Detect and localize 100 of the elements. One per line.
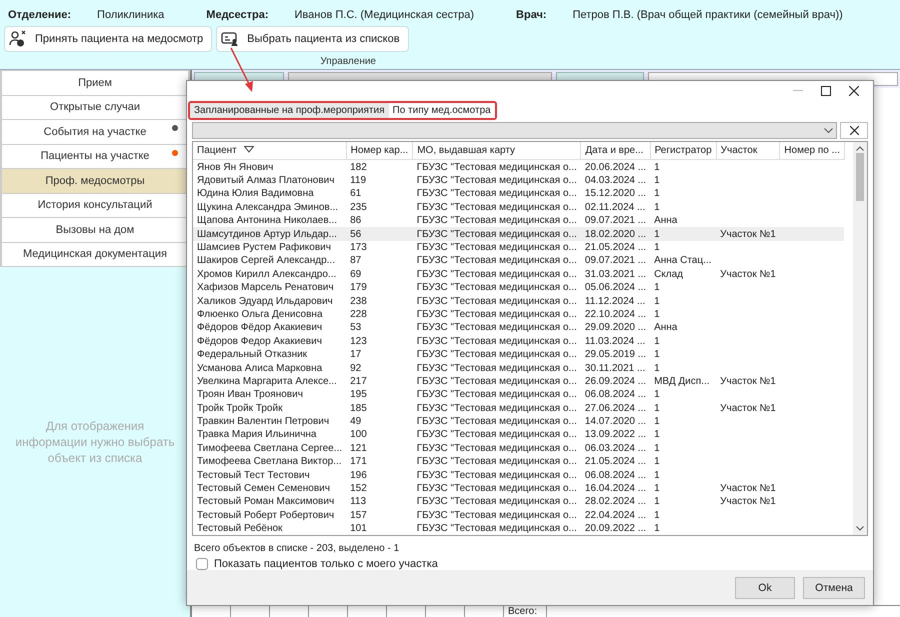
table-row[interactable]: Хромов Кирилл Александро... 69 ГБУЗС "Тестовая медицинская о... 31.03.2021 ... Склад Участок №1: [193, 268, 844, 281]
sidebar-item[interactable]: Открытые случаи: [2, 96, 188, 119]
table-row[interactable]: Хафизов Марсель Ренатович 179 ГБУЗС "Тестовая медицинская о... 05.06.2024 ... 1: [193, 281, 844, 294]
scrollbar[interactable]: [853, 142, 867, 536]
field-value: Петров П.В. (Врач общей практики (семейный врач)): [572, 9, 843, 21]
table-cell-text: Тимофеева Светлана Сергее...: [196, 442, 344, 456]
table-cell-text: Юдина Юлия Вадимовна: [196, 187, 315, 201]
sidebar-item[interactable]: Вызовы на дом: [2, 218, 188, 242]
table-row[interactable]: Шамсутдинов Артур Ильдар... 56 ГБУЗС "Тестовая медицинская о... 18.02.2020 ... 1 Участок №1: [193, 227, 844, 241]
column-header[interactable]: Пациент: [193, 142, 346, 160]
table-cell-text: Хафизов Марсель Ренатович: [196, 281, 335, 294]
sidebar-item[interactable]: Прием: [2, 71, 188, 94]
table-cell: ГБУЗС "Тестовая медицинская о...: [412, 160, 581, 174]
minimize-icon[interactable]: [793, 90, 803, 92]
table-row[interactable]: Щапова Антонина Николаев... 86 ГБУЗС "Тестовая медицинская о... 09.07.2021 ... Анна: [193, 214, 844, 228]
table-row[interactable]: Тестовый Тест Тестович 196 ГБУЗС "Тестовая медицинская о... 06.08.2024 ... 1: [193, 468, 844, 482]
table-row[interactable]: Федеральный Отказник 17 ГБУЗС "Тестовая медицинская о... 29.05.2019 ... 1: [193, 348, 844, 362]
column-header[interactable]: Участок: [716, 142, 780, 160]
table-cell-text: 157: [349, 508, 368, 522]
table-row[interactable]: Флюенко Ольга Денисовна 228 ГБУЗС "Тестовая медицинская о... 22.10.2024 ... 1: [193, 308, 844, 322]
table-cell-text: 61: [349, 187, 362, 201]
toolbar-button[interactable]: Принять пациента на медосмотр: [4, 26, 212, 52]
table-row[interactable]: Шакиров Сергей Александр... 87 ГБУЗС "Тестовая медицинская о... 09.07.2021 ... Анна Стац...: [193, 254, 844, 268]
filter-icon: [244, 146, 254, 154]
dialog-button[interactable]: Отмена: [803, 576, 865, 599]
column-header[interactable]: Номер кар...: [346, 142, 413, 160]
tab[interactable]: Запланированные на проф.мероприятия: [190, 103, 389, 118]
toolbar-button[interactable]: Выбрать пациента из списков: [216, 26, 409, 52]
table-row[interactable]: Тестовый Семен Семенович 152 ГБУЗС "Тестовая медицинская о... 16.04.2024 ... 1 Участок №1: [193, 482, 844, 496]
table-row[interactable]: Ядовитый Алмаз Платонович 119 ГБУЗС "Тестовая медицинская о... 04.03.2024 ... 1: [193, 174, 844, 188]
table-cell-text: 100: [349, 428, 368, 442]
table-row[interactable]: Фёдоров Фёдор Акакиевич 53 ГБУЗС "Тестовая медицинская о... 29.09.2020 ... Анна: [193, 321, 844, 335]
column-header[interactable]: Номер по ...: [780, 142, 844, 160]
column-header[interactable]: Дата и вре...: [580, 142, 650, 160]
scrollbar-thumb[interactable]: [856, 153, 864, 202]
table-row[interactable]: Янов Ян Янович 182 ГБУЗС "Тестовая медицинская о... 20.06.2024 ... 1: [193, 160, 844, 174]
table-cell: Участок №1: [720, 376, 776, 387]
table-cell-text: Фёдоров Фёдор Акакиевич: [196, 321, 324, 335]
table-row[interactable]: Фёдоров Федор Акакиевич 123 ГБУЗС "Тестовая медицинская о... 11.03.2024 ... 1: [193, 334, 844, 348]
table-row[interactable]: Усманова Алиса Марковна 92 ГБУЗС "Тестовая медицинская о... 30.11.2021 ... 1: [193, 361, 844, 375]
close-icon[interactable]: [849, 86, 859, 96]
table-cell-text: Федеральный Отказник: [196, 348, 308, 362]
table-cell-text: 1: [653, 348, 661, 362]
sidebar-item[interactable]: Проф. медосмотры: [2, 169, 188, 192]
table-cell-text: 185: [349, 402, 368, 415]
dialog-button[interactable]: Ok: [735, 576, 795, 599]
table-row[interactable]: Тестовый Роберт Робертович 157 ГБУЗС "Тестовая медицинская о... 22.04.2024 ... 1: [193, 508, 844, 522]
table-cell-text: Склад: [653, 268, 684, 281]
table-cell-text: Хромов Кирилл Александро...: [196, 268, 338, 281]
field-label: Отделение:: [8, 9, 72, 21]
table-cell: 56: [346, 227, 413, 241]
table-row[interactable]: Троян Иван Троянович 195 ГБУЗС "Тестовая медицинская о... 06.08.2024 ... 1: [193, 388, 844, 402]
sidebar-item[interactable]: Медицинская документация: [2, 242, 188, 266]
table-cell-text: ГБУЗС "Тестовая медицинская о...: [416, 495, 578, 509]
table-cell-text: 04.03.2024 ...: [584, 174, 648, 188]
table-cell-text: Увелкина Маргарита Алексе...: [196, 374, 338, 388]
field-label: Медсестра:: [206, 9, 269, 21]
table-cell-text: Флюенко Ольга Денисовна: [196, 308, 324, 322]
table-row[interactable]: Юдина Юлия Вадимовна 61 ГБУЗС "Тестовая медицинская о... 15.12.2020 ... 1: [193, 187, 844, 201]
table-cell-text: ГБУЗС "Тестовая медицинская о...: [416, 268, 578, 281]
table-cell-text: 1: [653, 402, 661, 415]
table-cell-text: 1: [653, 200, 661, 214]
checkbox[interactable]: [196, 558, 208, 570]
table-cell: 86: [346, 214, 413, 228]
table-cell-text: 113: [349, 495, 368, 509]
table-row[interactable]: Травкин Валентин Петрович 49 ГБУЗС "Тестовая медицинская о... 14.07.2020 ... 1: [193, 414, 844, 428]
table-cell-text: ГБУЗС "Тестовая медицинская о...: [416, 455, 578, 468]
table-row[interactable]: Тестовый Ребёнок 101 ГБУЗС "Тестовая медицинская о... 20.09.2022 ... 1: [193, 522, 844, 536]
table-row[interactable]: Щукина Александра Эминов... 235 ГБУЗС "Тестовая медицинская о... 02.11.2024 ... 1: [193, 200, 844, 214]
maximize-icon[interactable]: [821, 86, 831, 96]
sidebar-item[interactable]: События на участке: [2, 120, 188, 144]
table-row[interactable]: Травка Мария Ильинична 100 ГБУЗС "Тестовая медицинская о... 13.09.2022 ... 1: [193, 428, 844, 442]
chevron-down-icon[interactable]: [856, 526, 864, 532]
table-cell-text: 1: [653, 415, 661, 428]
sidebar-item[interactable]: История консультаций: [2, 194, 188, 217]
sidebar-item[interactable]: Пациенты на участке: [2, 144, 188, 168]
table-row[interactable]: Шамсиев Рустем Рафикович 173 ГБУЗС "Тестовая медицинская о... 21.05.2024 ... 1: [193, 240, 844, 254]
table-cell: Участок №1: [720, 483, 776, 494]
table-cell-text: 29.09.2020 ...: [584, 321, 648, 335]
table-cell-text: 235: [349, 200, 368, 214]
table-cell-text: 87: [349, 254, 362, 268]
table-cell: 182: [346, 160, 413, 174]
table-cell: 20.06.2024 ...: [580, 160, 650, 174]
table-row[interactable]: Тройк Тройк Тройк 185 ГБУЗС "Тестовая медицинская о... 27.06.2024 ... 1 Участок №1: [193, 402, 844, 415]
chevron-up-icon[interactable]: [856, 146, 864, 152]
table-row[interactable]: Халиков Эдуард Ильдарович 238 ГБУЗС "Тестовая медицинская о... 11.12.2024 ... 1: [193, 294, 844, 308]
clear-button[interactable]: [840, 122, 868, 140]
table-cell-text: 1: [653, 388, 661, 402]
column-header[interactable]: МО, выдавшая карту: [412, 142, 581, 160]
table-row[interactable]: Тимофеева Светлана Сергее... 121 ГБУЗС "Тестовая медицинская о... 06.03.2024 ... 1: [193, 442, 844, 456]
table-cell: ГБУЗС "Тестовая медицинская о...: [412, 214, 581, 228]
table-cell-text: 09.07.2021 ...: [584, 254, 648, 268]
table-row[interactable]: Увелкина Маргарита Алексе... 217 ГБУЗС "Тестовая медицинская о... 26.09.2024 ... МВД Дисп... Участок №1: [193, 374, 844, 388]
table-cell-text: Тройк Тройк Тройк: [196, 402, 284, 415]
table-row[interactable]: Тестовый Роман Максимович 113 ГБУЗС "Тестовая медицинская о... 28.02.2024 ... 1 Участок №1: [193, 495, 844, 509]
column-header[interactable]: Регистратор: [650, 142, 716, 160]
table-cell-text: Анна Стац...: [653, 254, 712, 268]
table-row[interactable]: Тимофеева Светлана Виктор... 171 ГБУЗС "Тестовая медицинская о... 21.05.2024 ... 1: [193, 455, 844, 468]
table-cell-text: 1: [653, 482, 661, 496]
table-cell-text: 1: [653, 308, 661, 322]
